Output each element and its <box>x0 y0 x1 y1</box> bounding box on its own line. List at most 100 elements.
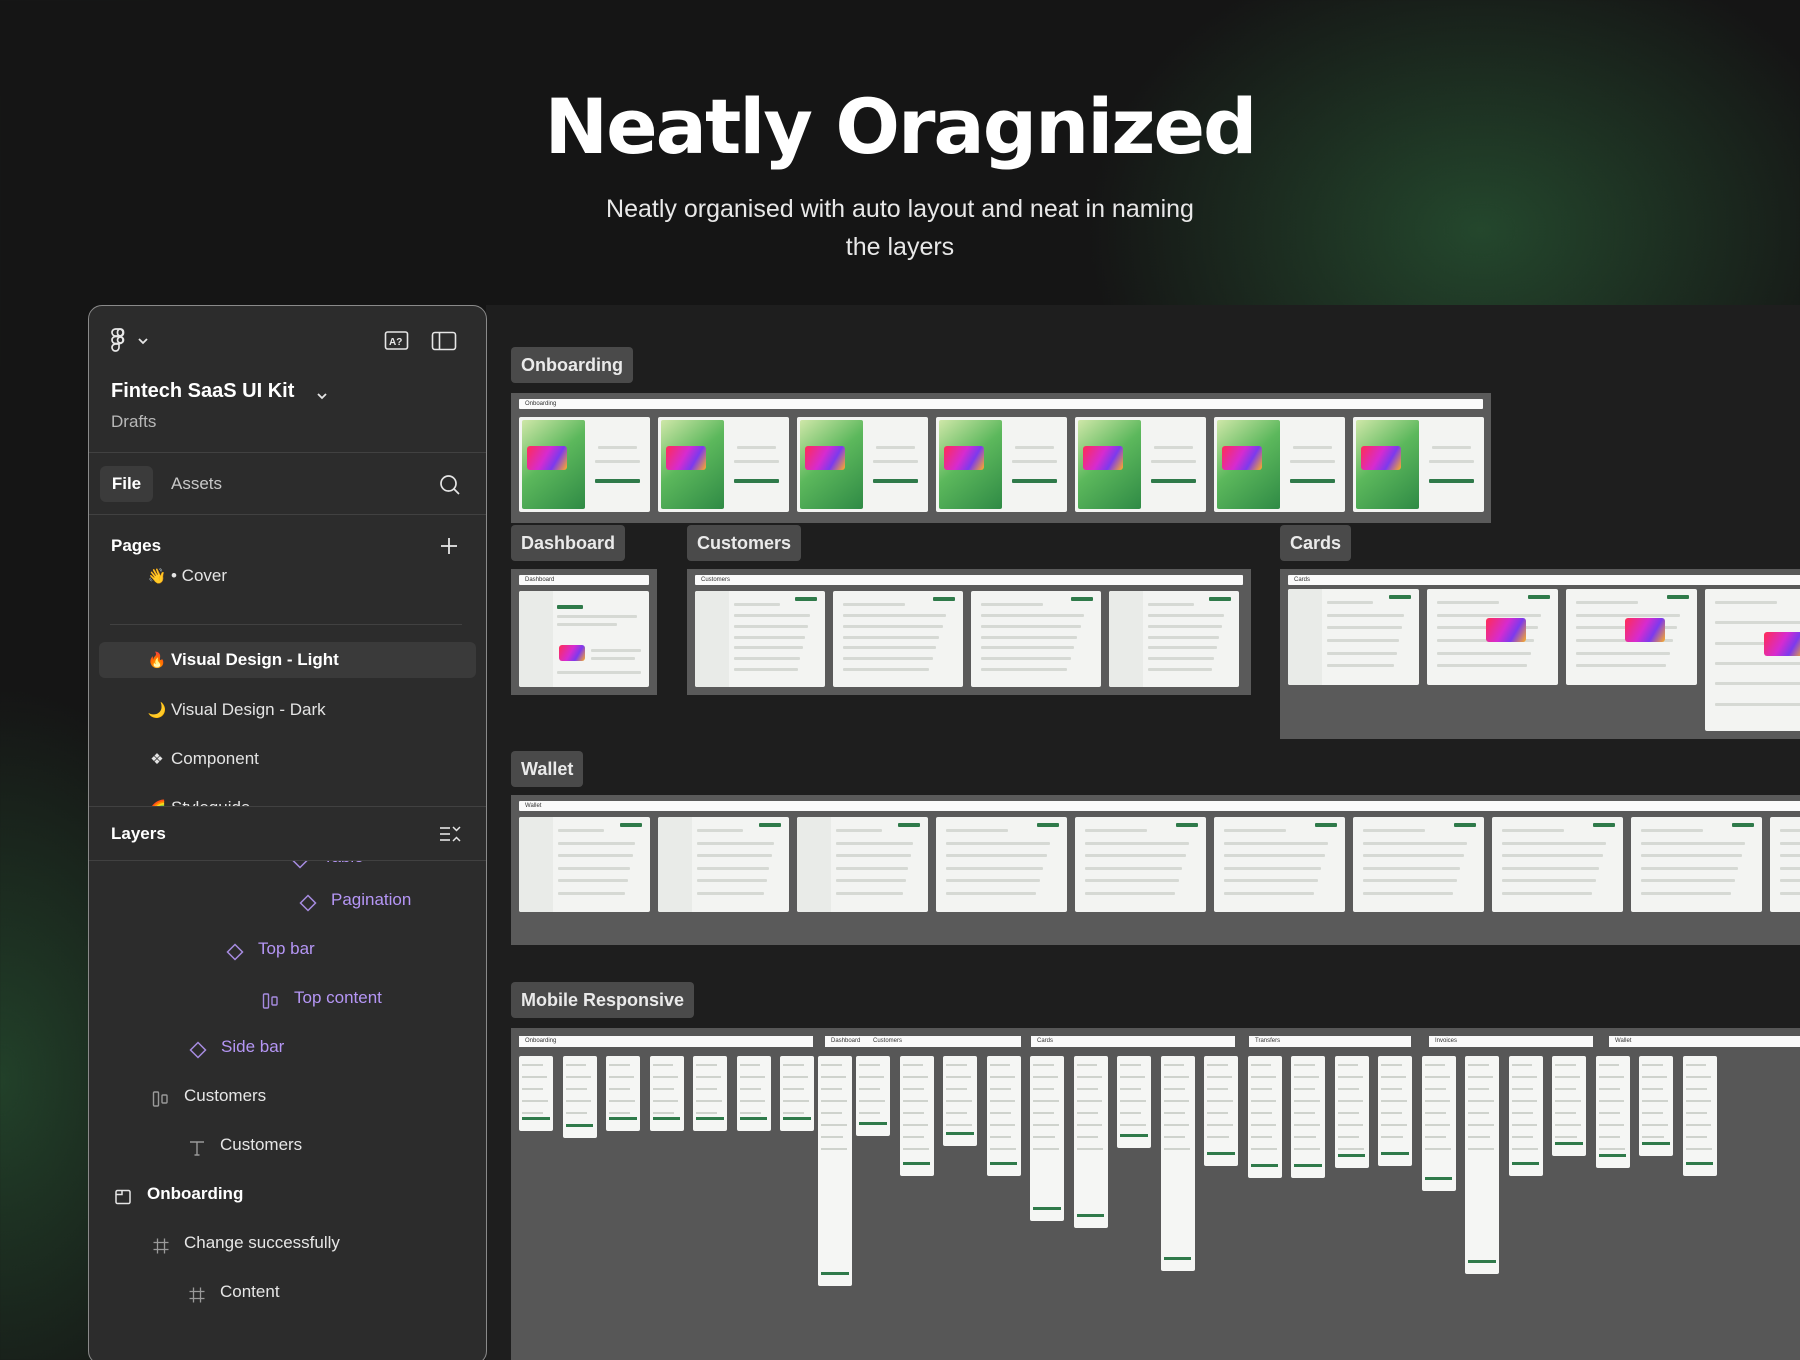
mobile-thumbnail[interactable] <box>736 1056 771 1131</box>
mobile-thumbnail[interactable] <box>1378 1056 1412 1166</box>
layer-top-content[interactable]: Top content <box>89 982 486 1014</box>
mobile-thumbnail[interactable] <box>780 1056 814 1131</box>
onboarding-thumbnail[interactable] <box>519 417 650 512</box>
mobile-thumbnail[interactable] <box>1204 1056 1238 1166</box>
page-item-cover[interactable]: 👋 • Cover <box>99 558 476 594</box>
layer-onboarding-section[interactable]: Onboarding <box>89 1178 486 1210</box>
mobile-thumbnail[interactable] <box>1247 1056 1282 1178</box>
search-icon[interactable] <box>439 474 461 501</box>
mobile-responsive-section[interactable]: Onboarding Dashboard Customers Cards Transfe… <box>511 1028 1800 1360</box>
mobile-thumbnail[interactable] <box>1421 1056 1456 1191</box>
layer-content[interactable]: Content <box>89 1276 486 1308</box>
section-label-onboarding[interactable]: Onboarding <box>511 347 633 383</box>
toggle-sidebar-icon[interactable] <box>431 330 457 357</box>
thumb-line <box>697 841 775 845</box>
layer-table[interactable]: Table <box>89 861 486 873</box>
file-location[interactable]: Drafts <box>111 412 156 432</box>
mobile-thumbnail[interactable] <box>1682 1056 1717 1176</box>
section-label-mobile-responsive[interactable]: Mobile Responsive <box>511 982 695 1018</box>
customers-thumbnail[interactable] <box>1109 591 1239 687</box>
mobile-thumbnail[interactable] <box>1465 1056 1499 1274</box>
thumb-line <box>1294 1064 1315 1066</box>
mobile-thumbnail[interactable] <box>1073 1056 1108 1228</box>
customers-thumbnail[interactable] <box>695 591 825 687</box>
mobile-thumbnail[interactable] <box>693 1056 727 1131</box>
thumb-line <box>1424 1148 1451 1150</box>
mobile-thumbnail[interactable] <box>1291 1056 1325 1178</box>
layer-side-bar[interactable]: Side bar <box>89 1031 486 1063</box>
onboarding-thumbnail[interactable] <box>1214 417 1345 512</box>
customers-section[interactable]: Customers <box>687 569 1251 695</box>
onboarding-thumbnail[interactable] <box>1075 417 1206 512</box>
chevron-down-icon[interactable] <box>315 388 329 406</box>
layer-top-bar[interactable]: Top bar <box>89 933 486 965</box>
layer-change-successfully[interactable]: Change successfully <box>89 1227 486 1259</box>
onboarding-thumbnail[interactable] <box>658 417 789 512</box>
design-canvas[interactable]: Onboarding Onboarding Dashboard Dashboar… <box>486 305 1800 1360</box>
cards-thumbnail[interactable] <box>1566 589 1697 685</box>
section-label-cards[interactable]: Cards <box>1280 525 1352 561</box>
wallet-thumbnail[interactable] <box>658 817 789 912</box>
thumb-card-graphic <box>1624 617 1665 642</box>
mobile-thumbnail[interactable] <box>899 1056 934 1176</box>
onboarding-section[interactable]: Onboarding <box>511 393 1491 523</box>
mobile-thumbnail[interactable] <box>1334 1056 1369 1168</box>
layer-pagination[interactable]: Pagination <box>89 884 486 916</box>
wallet-section[interactable]: Wallet <box>511 795 1800 945</box>
customers-thumbnail[interactable] <box>833 591 963 687</box>
page-item-visual-design-dark[interactable]: 🌙 Visual Design - Dark <box>99 692 476 728</box>
mobile-thumbnail[interactable] <box>1160 1056 1195 1271</box>
cards-thumbnail[interactable] <box>1288 589 1419 685</box>
wallet-thumbnail[interactable] <box>797 817 928 912</box>
onboarding-thumbnail[interactable] <box>936 417 1067 512</box>
cards-section[interactable]: Cards <box>1280 569 1800 739</box>
mobile-thumbnail[interactable] <box>519 1056 553 1131</box>
figma-logo-icon[interactable] <box>111 328 151 357</box>
customers-thumbnail[interactable] <box>971 591 1101 687</box>
layer-customers-text[interactable]: Customers <box>89 1129 486 1161</box>
page-item-component[interactable]: ❖ Component <box>99 741 476 777</box>
dashboard-section[interactable]: Dashboard <box>511 569 657 695</box>
wallet-thumbnail[interactable] <box>936 817 1067 912</box>
wallet-thumbnail[interactable] <box>1353 817 1484 912</box>
wallet-thumbnail[interactable] <box>1075 817 1206 912</box>
mobile-thumbnail[interactable] <box>1595 1056 1630 1168</box>
wallet-thumbnail[interactable] <box>1492 817 1623 912</box>
ai-text-icon[interactable]: A? <box>384 330 410 357</box>
mobile-thumbnail[interactable] <box>1552 1056 1586 1156</box>
mobile-thumbnail[interactable] <box>1639 1056 1673 1156</box>
thumb-line <box>1502 891 1593 895</box>
onboarding-thumbnail[interactable] <box>797 417 928 512</box>
page-item-visual-design-light[interactable]: 🔥 Visual Design - Light <box>99 642 476 678</box>
mobile-thumbnail[interactable] <box>606 1056 640 1131</box>
page-item-styleguide[interactable]: 🌈 Styleguide <box>99 790 476 806</box>
wallet-thumbnail[interactable] <box>1214 817 1345 912</box>
mobile-thumbnail[interactable] <box>562 1056 597 1138</box>
wallet-thumbnail[interactable] <box>1770 817 1800 912</box>
mobile-thumbnail[interactable] <box>1117 1056 1151 1148</box>
thumb-button <box>1033 1207 1061 1210</box>
thumb-line <box>946 1064 967 1066</box>
wallet-thumbnail[interactable] <box>519 817 650 912</box>
mobile-thumbnail[interactable] <box>943 1056 977 1146</box>
cards-thumbnail[interactable] <box>1427 589 1558 685</box>
file-title[interactable]: Fintech SaaS UI Kit <box>111 380 294 403</box>
layer-customers-frame[interactable]: Customers <box>89 1080 486 1112</box>
wallet-thumbnail[interactable] <box>1631 817 1762 912</box>
mobile-thumbnail[interactable] <box>818 1056 852 1286</box>
mobile-thumbnail[interactable] <box>856 1056 890 1136</box>
tab-file[interactable]: File <box>100 466 153 502</box>
section-label-wallet[interactable]: Wallet <box>511 751 584 787</box>
tab-assets[interactable]: Assets <box>171 466 222 502</box>
mobile-thumbnail[interactable] <box>1508 1056 1543 1176</box>
mobile-thumbnail[interactable] <box>986 1056 1021 1176</box>
thumb-line <box>836 841 914 845</box>
onboarding-thumbnail[interactable] <box>1353 417 1484 512</box>
mobile-thumbnail[interactable] <box>649 1056 684 1131</box>
dashboard-thumbnail[interactable] <box>519 591 649 687</box>
mobile-thumbnail[interactable] <box>1030 1056 1064 1221</box>
section-label-dashboard[interactable]: Dashboard <box>511 525 626 561</box>
cards-thumbnail[interactable] <box>1705 589 1800 731</box>
collapse-layers-icon[interactable] <box>439 824 461 849</box>
section-label-customers[interactable]: Customers <box>687 525 802 561</box>
